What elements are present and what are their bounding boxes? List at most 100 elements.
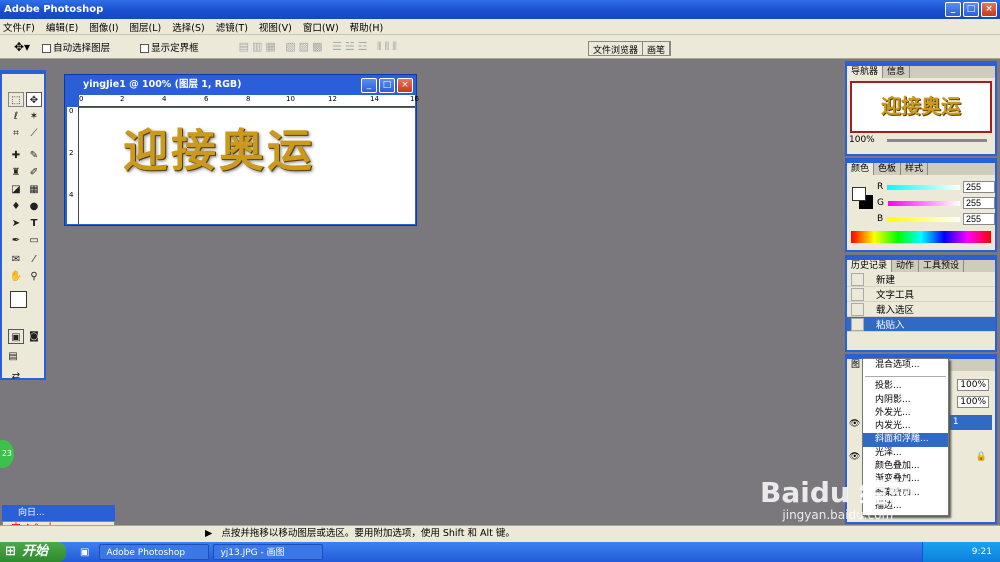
tab-navigator[interactable]: 导航器	[847, 66, 884, 78]
green-slider[interactable]	[887, 200, 960, 206]
healing-brush-icon[interactable]: ✚	[8, 148, 24, 163]
history-item[interactable]: 新建	[847, 272, 995, 287]
menu-help[interactable]: 帮助(H)	[350, 20, 384, 34]
menu-drop-shadow[interactable]: 投影...	[863, 380, 948, 393]
zoom-tool-icon[interactable]: ⚲	[26, 269, 42, 284]
marquee-tool-icon[interactable]: ⬚	[8, 92, 24, 107]
history-item[interactable]: 载入选区	[847, 302, 995, 317]
color-fg-swatch[interactable]	[852, 187, 866, 201]
align-icons[interactable]: ▤▥▦ ▧▨▩ ☰☱☲ ⫴⫴⫴	[239, 40, 400, 54]
palette-file-browser[interactable]: 文件浏览器	[589, 42, 644, 56]
palette-well: 文件浏览器 画笔	[588, 41, 672, 56]
red-input[interactable]	[963, 181, 995, 193]
menu-select[interactable]: 选择(S)	[172, 20, 204, 34]
jump-to-imageready-icon[interactable]: ⇄	[8, 369, 24, 384]
notes-tool-icon[interactable]: ✉	[8, 252, 24, 267]
blue-slider[interactable]	[887, 216, 960, 222]
auto-select-checkbox[interactable]: 自动选择图层	[42, 40, 110, 54]
stamp-tool-icon[interactable]: ♜	[8, 165, 24, 180]
windows-logo-icon: ⊞	[5, 544, 16, 559]
start-button[interactable]: ⊞ 开始	[0, 542, 66, 562]
menu-outer-glow[interactable]: 外发光...	[863, 407, 948, 420]
screen-mode-icon[interactable]: ▤	[5, 349, 21, 364]
menu-window[interactable]: 窗口(W)	[303, 20, 339, 34]
eyedropper-icon[interactable]: ⁄	[26, 252, 42, 267]
fill-value[interactable]: 100%	[957, 396, 989, 408]
menu-inner-glow[interactable]: 内发光...	[863, 420, 948, 433]
move-tool-icon[interactable]: ✥▾	[14, 40, 30, 54]
dodge-tool-icon[interactable]: ●	[26, 199, 42, 214]
zoom-level[interactable]: 100%	[849, 135, 875, 145]
menu-view[interactable]: 视图(V)	[259, 20, 292, 34]
canvas-text: 迎接奥运	[123, 124, 316, 177]
floating-badge[interactable]: 23	[0, 440, 14, 468]
tab-actions[interactable]: 动作	[892, 260, 920, 272]
doc-minimize-button[interactable]: _	[361, 78, 377, 93]
image-canvas[interactable]: 迎接奥运	[79, 108, 415, 224]
tab-swatches[interactable]: 色板	[874, 163, 902, 175]
menu-bevel-emboss[interactable]: 斜面和浮雕...	[863, 433, 948, 447]
slice-tool-icon[interactable]: ⟋	[26, 126, 42, 141]
hand-tool-icon[interactable]: ✋	[8, 269, 24, 284]
tab-history[interactable]: 历史记录	[847, 260, 893, 272]
menu-filter[interactable]: 滤镜(T)	[216, 20, 248, 34]
menu-file[interactable]: 文件(F)	[3, 20, 35, 34]
quickmask-mode-icon[interactable]: ◙	[26, 329, 42, 344]
move-tool-icon[interactable]: ✥	[26, 92, 42, 107]
foreground-color-swatch[interactable]	[10, 291, 27, 308]
quicklaunch-icon[interactable]: ▣	[80, 547, 89, 558]
show-bounds-checkbox[interactable]: 显示定界框	[140, 40, 199, 54]
pen-tool-icon[interactable]: ✒	[8, 233, 24, 248]
navigator-panel: 导航器 信息 迎接奥运 100%	[845, 61, 997, 156]
minimize-button[interactable]: _	[945, 2, 961, 17]
red-slider[interactable]	[887, 184, 960, 190]
blur-tool-icon[interactable]: ♦	[8, 199, 24, 214]
eraser-tool-icon[interactable]: ◪	[8, 182, 24, 197]
ruler-label: 2	[120, 95, 125, 103]
tab-info[interactable]: 信息	[883, 66, 911, 78]
color-panel: 颜色 色板 样式 R G B	[845, 158, 997, 252]
ruler-label: 0	[69, 107, 74, 115]
crop-tool-icon[interactable]: ⌗	[8, 126, 24, 141]
palette-brushes[interactable]: 画笔	[643, 42, 671, 56]
tab-color[interactable]: 颜色	[847, 163, 875, 175]
close-button[interactable]: ×	[981, 2, 997, 17]
task-paint[interactable]: yj13.JPG - 画图	[213, 544, 324, 560]
gradient-tool-icon[interactable]: ▦	[26, 182, 42, 197]
menu-edit[interactable]: 编辑(E)	[46, 20, 78, 34]
history-item[interactable]: 文字工具	[847, 287, 995, 302]
opacity-value[interactable]: 100%	[957, 379, 989, 391]
toolbox: ⬚ ✥ ℓ ✶ ⌗ ⟋ ✚ ✎ ♜ ✐ ◪ ▦ ♦ ● ➤ T ✒ ▭ ✉ ⁄ …	[0, 70, 46, 382]
history-item-selected[interactable]: 粘贴入	[847, 317, 995, 332]
history-brush-icon[interactable]: ✐	[26, 165, 42, 180]
eye-icon[interactable]: 👁	[849, 452, 860, 462]
menu-blending-options[interactable]: 混合选项...	[863, 359, 948, 372]
eye-icon[interactable]: 👁	[849, 419, 860, 429]
tab-styles[interactable]: 样式	[901, 163, 929, 175]
brush-tool-icon[interactable]: ✎	[26, 148, 42, 163]
lasso-tool-icon[interactable]: ℓ	[8, 109, 24, 124]
green-input[interactable]	[963, 197, 995, 209]
path-select-icon[interactable]: ➤	[8, 216, 24, 231]
menu-layer[interactable]: 图层(L)	[130, 20, 162, 34]
horizontal-ruler: 0 2 4 6 8 10 12 14 16	[79, 95, 419, 107]
start-label: 开始	[22, 544, 49, 559]
doc-maximize-button[interactable]: □	[379, 78, 395, 93]
magic-wand-icon[interactable]: ✶	[26, 109, 42, 124]
blue-input[interactable]	[963, 213, 995, 225]
doc-close-button[interactable]: ×	[397, 78, 413, 93]
tab-tool-presets[interactable]: 工具预设	[919, 260, 965, 272]
menu-color-overlay[interactable]: 颜色叠加...	[863, 460, 948, 473]
menu-inner-shadow[interactable]: 内阴影...	[863, 394, 948, 407]
zoom-slider[interactable]	[886, 138, 987, 142]
maximize-button[interactable]: □	[963, 2, 979, 17]
shape-tool-icon[interactable]: ▭	[26, 233, 42, 248]
standard-mode-icon[interactable]: ▣	[8, 329, 24, 344]
color-spectrum[interactable]	[851, 231, 991, 243]
task-photoshop[interactable]: Adobe Photoshop	[99, 544, 210, 560]
menu-image[interactable]: 图像(I)	[89, 20, 118, 34]
history-item-label: 新建	[876, 275, 896, 286]
menu-satin[interactable]: 光泽...	[863, 447, 948, 460]
navigator-preview[interactable]: 迎接奥运	[850, 81, 992, 133]
type-tool-icon[interactable]: T	[26, 216, 42, 231]
